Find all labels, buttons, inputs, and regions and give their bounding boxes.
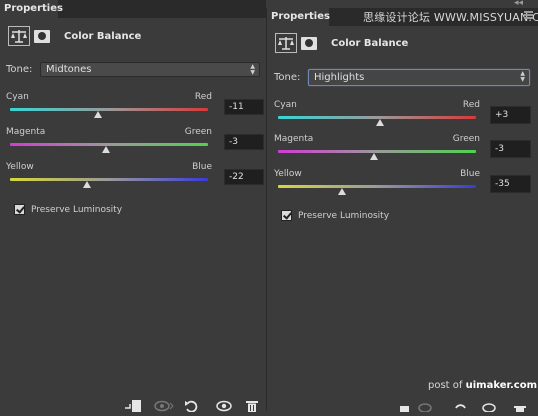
clip-to-layer-icon[interactable] <box>398 397 410 412</box>
slider-label-yellow: Yellow <box>274 169 302 179</box>
tab-properties[interactable]: Properties <box>0 0 63 18</box>
slider-cyan-red: Cyan Red +3 <box>274 100 534 134</box>
slider-label-cyan: Cyan <box>274 100 297 110</box>
tone-label: Tone: <box>274 72 301 83</box>
layer-mask-icon[interactable] <box>34 29 50 43</box>
yellow-blue-thumb[interactable] <box>338 188 347 195</box>
slider-label-magenta: Magenta <box>274 134 314 144</box>
yellow-blue-track[interactable] <box>278 185 476 188</box>
color-balance-icon[interactable] <box>275 33 297 53</box>
cyan-red-thumb[interactable] <box>375 119 384 126</box>
slider-label-blue: Blue <box>460 169 480 179</box>
tone-label: Tone: <box>6 64 33 75</box>
preserve-luminosity-checkbox[interactable] <box>281 210 292 221</box>
select-arrows-icon: ▲ ▼ <box>250 63 255 76</box>
tone-select-value: Highlights <box>314 72 365 83</box>
slider-yellow-blue: Yellow Blue -35 <box>274 169 534 203</box>
view-previous-icon[interactable] <box>418 397 432 413</box>
yellow-blue-value-field[interactable]: -35 <box>490 175 531 193</box>
cyan-red-track[interactable] <box>10 108 208 111</box>
yellow-blue-thumb[interactable] <box>83 181 92 188</box>
clip-to-layer-icon[interactable] <box>124 397 142 412</box>
slider-label-yellow: Yellow <box>6 162 34 172</box>
panel-title: Color Balance <box>64 30 142 42</box>
yellow-blue-value-field[interactable]: -22 <box>224 169 264 185</box>
delete-icon[interactable] <box>514 397 526 412</box>
yellow-blue-track[interactable] <box>10 178 208 181</box>
preserve-luminosity-checkbox[interactable] <box>14 204 25 215</box>
magenta-green-value-field[interactable]: -3 <box>490 140 531 158</box>
tab-bar: Properties 思缘设计论坛 WWW.MISSYUAN.COM ◂◂ <box>267 0 538 26</box>
slider-magenta-green: Magenta Green -3 <box>274 134 534 168</box>
slider-label-green: Green <box>452 134 480 144</box>
slider-magenta-green: Magenta Green -3 <box>6 127 266 161</box>
layer-mask-icon[interactable] <box>301 36 317 50</box>
tab-bar: Properties <box>0 0 266 18</box>
delete-icon[interactable] <box>246 397 258 412</box>
visibility-icon[interactable] <box>482 397 496 413</box>
properties-panel-left: Properties Color Balance Tone: Midtones … <box>0 0 266 411</box>
tone-select[interactable]: Midtones ▲ ▼ <box>40 62 260 77</box>
slider-label-cyan: Cyan <box>6 92 29 102</box>
collapse-icon[interactable]: ◂◂ <box>514 0 523 8</box>
credit-prefix: post of <box>428 380 463 391</box>
slider-label-red: Red <box>462 100 480 110</box>
tone-row: Tone: Highlights ▲ ▼ <box>274 69 530 86</box>
cyan-red-value-field[interactable]: +3 <box>490 106 531 124</box>
cyan-red-value-field[interactable]: -11 <box>224 99 264 115</box>
slider-label-green: Green <box>184 127 212 137</box>
magenta-green-thumb[interactable] <box>370 153 379 160</box>
panel-menu-icon[interactable] <box>524 11 533 19</box>
preserve-luminosity[interactable]: Preserve Luminosity <box>14 204 122 215</box>
reset-icon[interactable] <box>454 397 466 409</box>
select-arrows-icon: ▲ ▼ <box>520 70 525 83</box>
panel-title: Color Balance <box>331 37 409 49</box>
preserve-luminosity-label: Preserve Luminosity <box>298 210 390 221</box>
watermark: 思缘设计论坛 WWW.MISSYUAN.COM <box>363 11 538 24</box>
preserve-luminosity-label: Preserve Luminosity <box>31 204 123 215</box>
reset-icon[interactable] <box>184 397 198 413</box>
properties-panel-right: Properties 思缘设计论坛 WWW.MISSYUAN.COM ◂◂ Co… <box>266 0 538 411</box>
magenta-green-thumb[interactable] <box>102 146 111 153</box>
adjustment-header: Color Balance <box>275 33 408 53</box>
slider-label-magenta: Magenta <box>6 127 46 137</box>
visibility-icon[interactable] <box>216 397 232 412</box>
tone-row: Tone: Midtones ▲ ▼ <box>6 62 260 77</box>
preserve-luminosity[interactable]: Preserve Luminosity <box>281 210 389 221</box>
color-balance-icon[interactable] <box>8 26 30 46</box>
panel-footer-toolbar <box>120 395 538 413</box>
slider-label-red: Red <box>194 92 212 102</box>
cyan-red-thumb[interactable] <box>94 111 103 118</box>
magenta-green-value-field[interactable]: -3 <box>224 134 264 150</box>
credit-site: uimaker.com <box>465 380 538 391</box>
slider-label-blue: Blue <box>192 162 212 172</box>
tab-properties[interactable]: Properties <box>267 8 330 26</box>
adjustment-header: Color Balance <box>8 26 141 46</box>
slider-yellow-blue: Yellow Blue -22 <box>6 162 266 196</box>
credit-text: post of uimaker.com <box>428 380 537 391</box>
view-previous-icon[interactable] <box>154 397 174 412</box>
tone-select-value: Midtones <box>46 64 92 75</box>
tone-select[interactable]: Highlights ▲ ▼ <box>308 69 530 86</box>
slider-cyan-red: Cyan Red -11 <box>6 92 266 126</box>
